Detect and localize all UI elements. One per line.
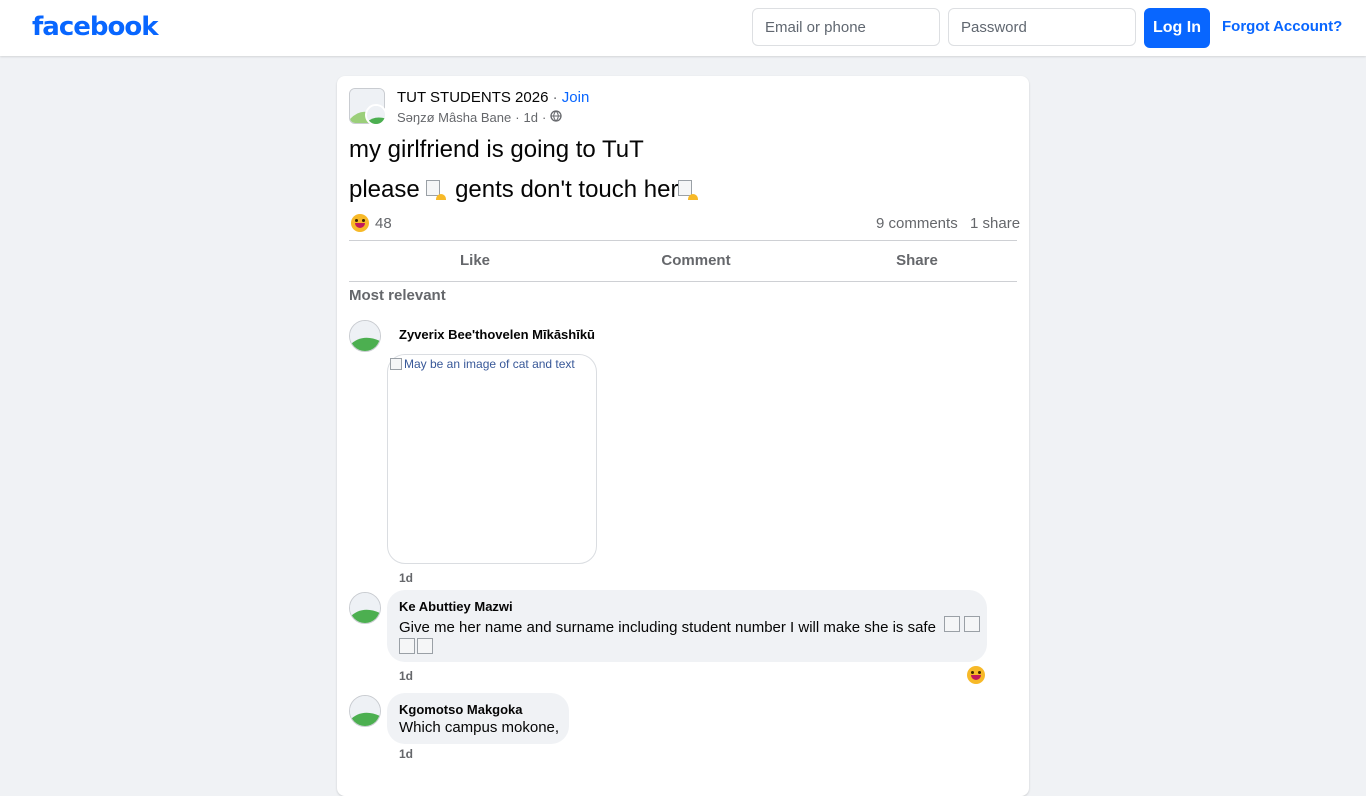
comment-time[interactable]: 1d (399, 747, 413, 761)
reaction-count: 48 (375, 214, 392, 232)
author-avatar[interactable] (365, 104, 387, 126)
emoji-image-icon (944, 616, 961, 632)
emoji-image-icon (678, 179, 700, 202)
post-card: TUT STUDENTS 2026 · Join Sәŋzø Mâsha Ban… (337, 76, 1029, 796)
separator-dot: · (548, 89, 562, 106)
like-button[interactable]: Like (365, 242, 585, 278)
emoji-image-icon (964, 616, 981, 632)
post-meta: Sәŋzø Mâsha Bane · 1d · (397, 110, 562, 125)
comment-text: Which campus mokone, (399, 719, 560, 736)
password-input[interactable] (948, 8, 1136, 46)
commenter-name[interactable]: Zyverix Bee'thovelen Mīkāshīkū (399, 327, 595, 342)
facebook-logo[interactable]: facebook (32, 12, 159, 42)
share-button[interactable]: Share (807, 242, 1027, 278)
group-name[interactable]: TUT STUDENTS 2026 (397, 89, 548, 106)
comment-time[interactable]: 1d (399, 669, 413, 683)
divider (349, 240, 1017, 241)
emoji-image-icon (417, 638, 433, 654)
author-name[interactable]: Sәŋzø Mâsha Bane (397, 110, 511, 125)
shares-count[interactable]: 1 share (970, 215, 1020, 232)
meta-dot: · (515, 110, 520, 125)
emoji-image-icon (399, 638, 415, 654)
reactions-summary[interactable]: 48 (351, 214, 392, 232)
commenter-avatar[interactable] (349, 695, 381, 727)
broken-image-icon (390, 358, 402, 370)
commenter-name[interactable]: Kgomotso Makgoka (399, 702, 523, 717)
globe-icon (550, 110, 562, 125)
commenter-avatar[interactable] (349, 320, 381, 352)
email-input[interactable] (752, 8, 940, 46)
haha-reaction-icon (967, 666, 985, 684)
post-header-title: TUT STUDENTS 2026 · Join (397, 89, 589, 106)
top-bar: facebook Log In Forgot Account? (0, 0, 1366, 56)
comment-emoji-row (399, 638, 433, 654)
comment-button[interactable]: Comment (586, 242, 806, 278)
divider (349, 281, 1017, 282)
comments-count[interactable]: 9 comments (876, 215, 958, 232)
forgot-account-link[interactable]: Forgot Account? (1222, 18, 1342, 35)
comment-reaction[interactable] (967, 666, 985, 684)
comment-text-body: Give me her name and surname including s… (399, 619, 936, 636)
comment-text: Give me her name and surname including s… (399, 616, 981, 636)
comment-time[interactable]: 1d (399, 571, 413, 585)
post-text-please: please (349, 176, 420, 203)
post-text-line-2: please gents don't touch her (349, 176, 700, 204)
post-text-gents: gents don't touch her (455, 176, 679, 203)
comment-image[interactable]: May be an image of cat and text (387, 354, 597, 564)
comment-image-alt: May be an image of cat and text (390, 357, 575, 371)
join-link[interactable]: Join (562, 89, 590, 106)
emoji-image-icon (426, 179, 448, 202)
login-button[interactable]: Log In (1144, 8, 1210, 48)
post-text-line-1: my girlfriend is going to TuT (349, 136, 644, 163)
meta-dot: · (542, 110, 547, 125)
commenter-name[interactable]: Ke Abuttiey Mazwi (399, 599, 513, 614)
post-time[interactable]: 1d (524, 110, 538, 125)
comment-sort-dropdown[interactable]: Most relevant (349, 287, 446, 304)
haha-reaction-icon (351, 214, 369, 232)
commenter-avatar[interactable] (349, 592, 381, 624)
image-alt-text: May be an image of cat and text (404, 357, 575, 371)
